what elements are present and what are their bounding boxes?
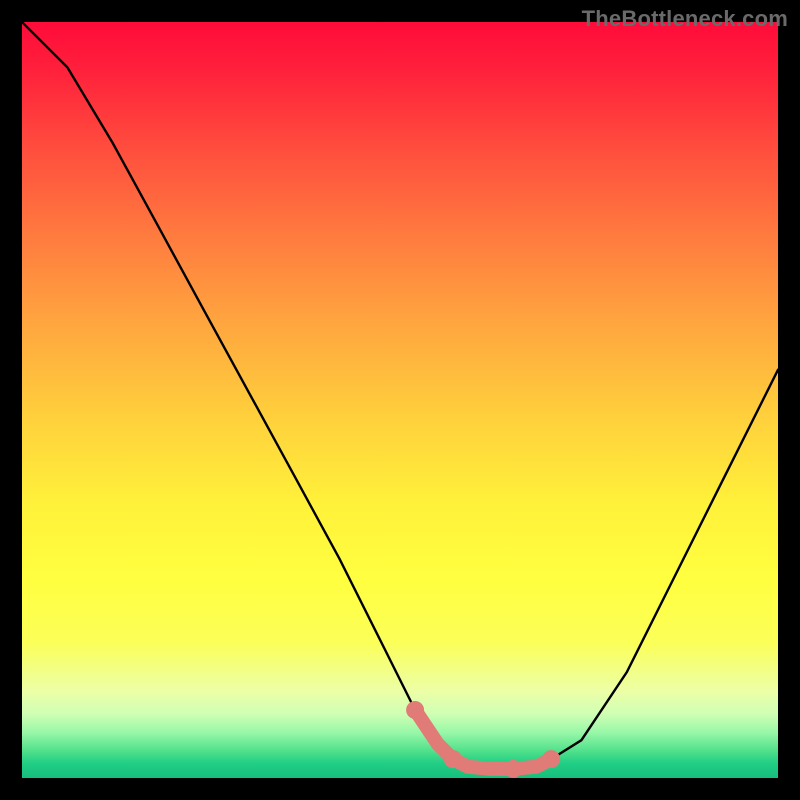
watermark-text: TheBottleneck.com: [582, 6, 788, 32]
marker-dot: [444, 750, 462, 768]
marker-dot: [504, 760, 522, 778]
bottleneck-curve: [22, 22, 778, 769]
marker-dot: [406, 701, 424, 719]
curve-overlay: [22, 22, 778, 778]
plot-area: [22, 22, 778, 778]
marker-dot: [542, 750, 560, 768]
chart-frame: TheBottleneck.com: [0, 0, 800, 800]
marker-region: [415, 710, 551, 769]
